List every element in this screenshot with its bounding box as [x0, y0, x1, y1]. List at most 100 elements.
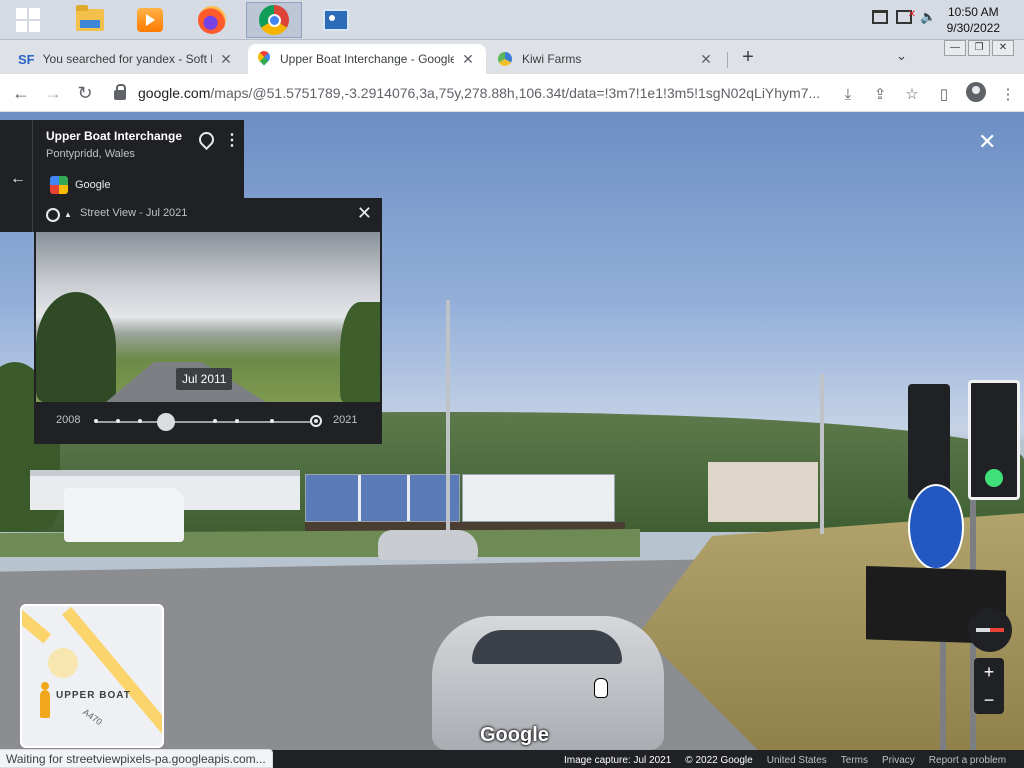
back-button[interactable]: ← [10, 82, 32, 104]
tab-search-button[interactable]: ⌄ [896, 48, 907, 64]
close-window-button[interactable]: ✕ [992, 40, 1014, 56]
zoom-out-button[interactable]: − [974, 686, 1004, 714]
timeline-date-dot[interactable] [270, 419, 274, 423]
browser-tab-strip: SF You searched for yandex - Soft F ✕ Up… [0, 40, 1024, 74]
more-options-icon[interactable]: ⋮ [224, 130, 240, 150]
side-panel-icon[interactable]: ▯ [928, 85, 960, 103]
timeline-slider-handle[interactable] [157, 413, 176, 431]
privacy-link[interactable]: Privacy [882, 755, 915, 768]
share-icon[interactable]: ⇪ [864, 85, 896, 103]
current-date-marker[interactable] [310, 415, 322, 427]
map-footer: Image capture: Jul 2021 © 2022 Google Un… [560, 755, 1011, 768]
tab-kiwi-farms[interactable]: Kiwi Farms ✕ [488, 44, 724, 74]
tab-title: Upper Boat Interchange - Google [280, 52, 454, 66]
street-lamp [820, 374, 824, 534]
sign-pole [940, 642, 946, 750]
folder-icon [76, 5, 104, 31]
map-road [61, 606, 162, 738]
report-problem-link[interactable]: Report a problem [929, 755, 1006, 768]
url-path: /maps/@51.5751789,-3.2914076,3a,75y,278.… [210, 85, 821, 101]
tab-separator [727, 52, 728, 68]
silver-car [378, 530, 478, 560]
map-roundabout [48, 648, 78, 678]
clock-date: 9/30/2022 [946, 21, 1000, 35]
chrome-icon [259, 5, 289, 35]
forward-button[interactable]: → [42, 82, 64, 104]
browser-menu-icon[interactable]: ⋮ [992, 85, 1024, 103]
time-machine-title: Street View - Jul 2021 [80, 207, 188, 219]
tab-title: You searched for yandex - Soft F [42, 52, 212, 66]
toolbar-actions: ⤓ ⇪ ☆ ▯ ⋮ [832, 82, 1024, 106]
hand-cursor-icon [594, 678, 608, 698]
softf-favicon-icon: SF [18, 51, 35, 67]
control-panel-icon [323, 9, 349, 31]
historical-preview-image[interactable]: Jul 2011 🔍 [36, 232, 380, 402]
compass-icon[interactable] [968, 608, 1012, 652]
reload-button[interactable]: ↻ [74, 82, 96, 104]
loading-status: Waiting for streetviewpixels-pa.googleap… [0, 749, 273, 768]
street-view-time-machine: ▲ Street View - Jul 2021 ✕ Jul 2011 🔍 20… [34, 198, 382, 444]
new-tab-button[interactable]: + [736, 46, 760, 69]
preview-date-label: Jul 2011 [176, 368, 233, 390]
kiwi-favicon-icon [498, 52, 512, 66]
bookmark-star-icon[interactable]: ☆ [896, 85, 928, 103]
pegman-icon [40, 682, 50, 718]
timeline-slider[interactable] [94, 413, 322, 431]
lock-icon[interactable] [114, 84, 126, 100]
control-panel-button[interactable] [308, 2, 364, 38]
map-place-label: UPPER BOAT [56, 690, 131, 701]
timeline-date-dot[interactable] [138, 419, 142, 423]
billboard [462, 474, 615, 522]
google-maps-favicon-icon [258, 51, 270, 67]
file-explorer-button[interactable] [62, 2, 118, 38]
firefox-button[interactable] [184, 2, 240, 38]
country-link[interactable]: United States [767, 755, 827, 768]
tab-soft-f[interactable]: SF You searched for yandex - Soft F ✕ [8, 44, 244, 74]
back-to-map-icon[interactable]: ← [10, 170, 26, 188]
address-bar[interactable]: google.com/maps/@51.5751789,-3.2914076,3… [108, 78, 824, 108]
timeline-date-dot[interactable] [94, 419, 98, 423]
preview-tree [340, 302, 380, 402]
tab-close-icon[interactable]: ✕ [460, 51, 476, 68]
place-subtitle: Pontypridd, Wales [46, 148, 135, 160]
windows-logo-icon [16, 8, 40, 32]
caret-up-icon[interactable]: ▲ [64, 210, 72, 219]
firefox-icon [198, 6, 226, 34]
install-app-icon[interactable]: ⤓ [832, 86, 864, 103]
windows-start-button[interactable] [0, 2, 56, 38]
preview-tree [36, 292, 116, 402]
tab-upper-boat[interactable]: Upper Boat Interchange - Google ✕ [248, 44, 486, 74]
tab-title: Kiwi Farms [522, 52, 582, 66]
windows-taskbar: 🔈 10:50 AM 9/30/2022 [0, 0, 1024, 40]
image-capture-date: Image capture: Jul 2021 [564, 755, 672, 766]
divider [32, 120, 33, 232]
chrome-button[interactable] [246, 2, 302, 38]
map-road [22, 608, 52, 644]
timeline-date-dot[interactable] [116, 419, 120, 423]
profile-avatar[interactable] [960, 82, 992, 106]
tab-close-icon[interactable]: ✕ [698, 51, 714, 68]
provider-label: Google [75, 179, 111, 191]
close-street-view-icon[interactable]: ✕ [978, 130, 996, 154]
network-icon[interactable] [872, 10, 888, 24]
location-pin-icon[interactable] [198, 132, 212, 148]
timeline-date-dot[interactable] [212, 419, 217, 423]
close-time-machine-icon[interactable]: ✕ [357, 203, 372, 224]
zoom-in-button[interactable]: + [974, 658, 1004, 686]
volume-icon[interactable]: 🔈 [920, 10, 936, 24]
url-text: google.com/maps/@51.5751789,-3.2914076,3… [138, 85, 820, 101]
terms-link[interactable]: Terms [841, 755, 868, 768]
taskbar-clock[interactable]: 10:50 AM 9/30/2022 [947, 4, 1000, 36]
timeline-date-dot[interactable] [234, 419, 239, 423]
minimize-button[interactable]: — [944, 40, 966, 56]
map-road-label: A470 [81, 706, 104, 728]
history-clock-icon[interactable] [46, 208, 60, 222]
tab-close-icon[interactable]: ✕ [218, 51, 234, 68]
street-lamp [446, 300, 450, 560]
battery-warning-icon[interactable] [896, 9, 916, 24]
media-player-button[interactable] [122, 2, 178, 38]
place-title: Upper Boat Interchange [46, 129, 183, 143]
timeline-end-year: 2021 [333, 414, 358, 426]
mini-map[interactable]: UPPER BOAT A470 [20, 604, 164, 748]
restore-button[interactable]: ❐ [968, 40, 990, 56]
